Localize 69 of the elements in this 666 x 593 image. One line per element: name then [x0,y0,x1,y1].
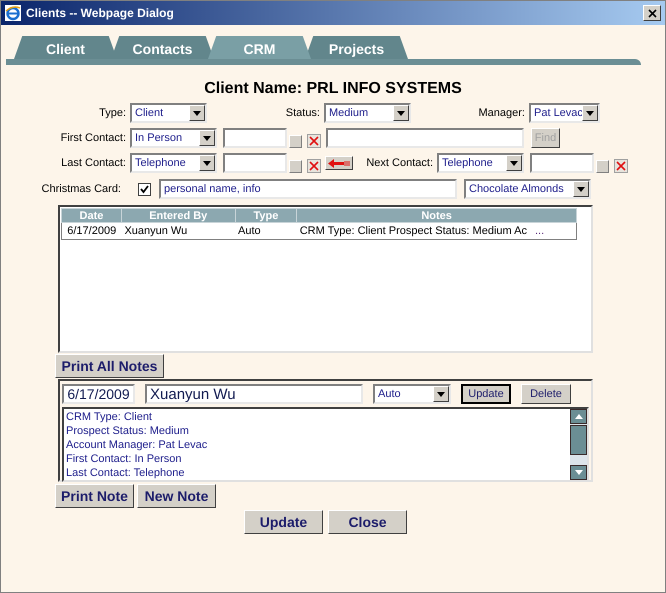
scroll-thumb[interactable] [570,425,587,455]
table-cell: Auto [235,222,297,240]
type-dropdown[interactable]: Client [130,103,207,123]
field-label: Next Contact: [365,157,434,169]
table-cell: Xuanyun Wu [121,222,236,240]
table-cell: 6/17/2009 [62,222,122,240]
checkbox[interactable] [138,182,151,196]
copy-arrow-button[interactable] [325,156,353,170]
close-icon [648,8,656,18]
caret-icon [193,110,201,116]
first-contact-dropdown[interactable]: In Person [130,128,217,148]
field-label: Manager: [478,107,526,119]
card-name-field[interactable]: personal name, info [159,179,457,199]
date-field[interactable]: 6/17/2009 [62,384,135,404]
browser-icon [5,5,21,21]
scroll-up-button[interactable] [570,409,587,424]
column-header: Entered By [121,208,236,222]
next-contact-dropdown[interactable]: Telephone [437,153,524,173]
note-line: Prospect Status: Medium [66,424,190,438]
field-label: Type: [98,107,127,119]
caret-icon [397,110,405,116]
column-header: Type [235,208,297,222]
print-all-notes-button[interactable]: Print All Notes [55,354,164,378]
date-field[interactable] [223,128,287,148]
clear-button[interactable] [307,134,321,148]
status-dropdown[interactable]: Medium [324,103,411,123]
caret-icon [203,136,211,140]
column-header: Date [62,208,122,222]
caret-icon [437,392,445,396]
author-field[interactable]: Xuanyun Wu [145,384,363,404]
last-contact-dropdown[interactable]: Telephone [130,153,217,173]
note-button[interactable]: New Note [137,484,216,508]
type-dropdown[interactable]: Auto [373,384,451,404]
more-link[interactable]: ... [534,225,544,237]
caret-icon [574,470,582,475]
caret-icon [510,160,518,166]
client-name-heading: Client Name: PRL INFO SYSTEMS [203,80,463,98]
date-field[interactable] [530,153,594,173]
caret-icon [577,186,585,192]
caret-icon [574,414,582,419]
update-button[interactable]: Update [461,384,511,404]
field-label: Christmas Card: [40,183,122,195]
date-field[interactable] [223,153,287,173]
field-label: First Contact: [60,132,127,144]
note-text-area[interactable]: CRM Type: Client Prospect Status: Medium Account Manager: Pat Levac First Contact: In Person Last Contact: Telephone [62,407,589,482]
column-header: Notes [296,208,576,222]
note-button[interactable]: Print Note [55,484,134,508]
text-field[interactable] [326,128,524,148]
table-cell: CRM Type: Client Prospect Status: Medium Ac [300,225,527,237]
clear-button[interactable] [614,159,628,173]
clear-button[interactable] [307,159,321,173]
note-line: Account Manager: Pat Levac [66,438,208,452]
calendar-button[interactable] [289,135,302,148]
scroll-down-button[interactable] [570,465,587,480]
dialog-button[interactable]: Close [328,510,407,534]
calendar-button[interactable] [289,160,302,173]
field-label: Status: [284,107,321,119]
note-line: Last Contact: Telephone [66,466,186,480]
caret-icon [203,160,211,166]
field-label: Last Contact: [60,157,127,169]
caret-icon [586,110,594,116]
note-line: First Contact: In Person [66,452,183,466]
note-line: CRM Type: Client [66,410,153,424]
window-title: Clients -- Webpage Dialog [26,6,175,20]
gift-dropdown[interactable]: Chocolate Almonds [464,179,591,199]
close-button[interactable] [643,5,661,21]
calendar-button[interactable] [596,160,609,173]
delete-button[interactable]: Delete [521,384,571,404]
dialog-button[interactable]: Update [244,510,323,534]
